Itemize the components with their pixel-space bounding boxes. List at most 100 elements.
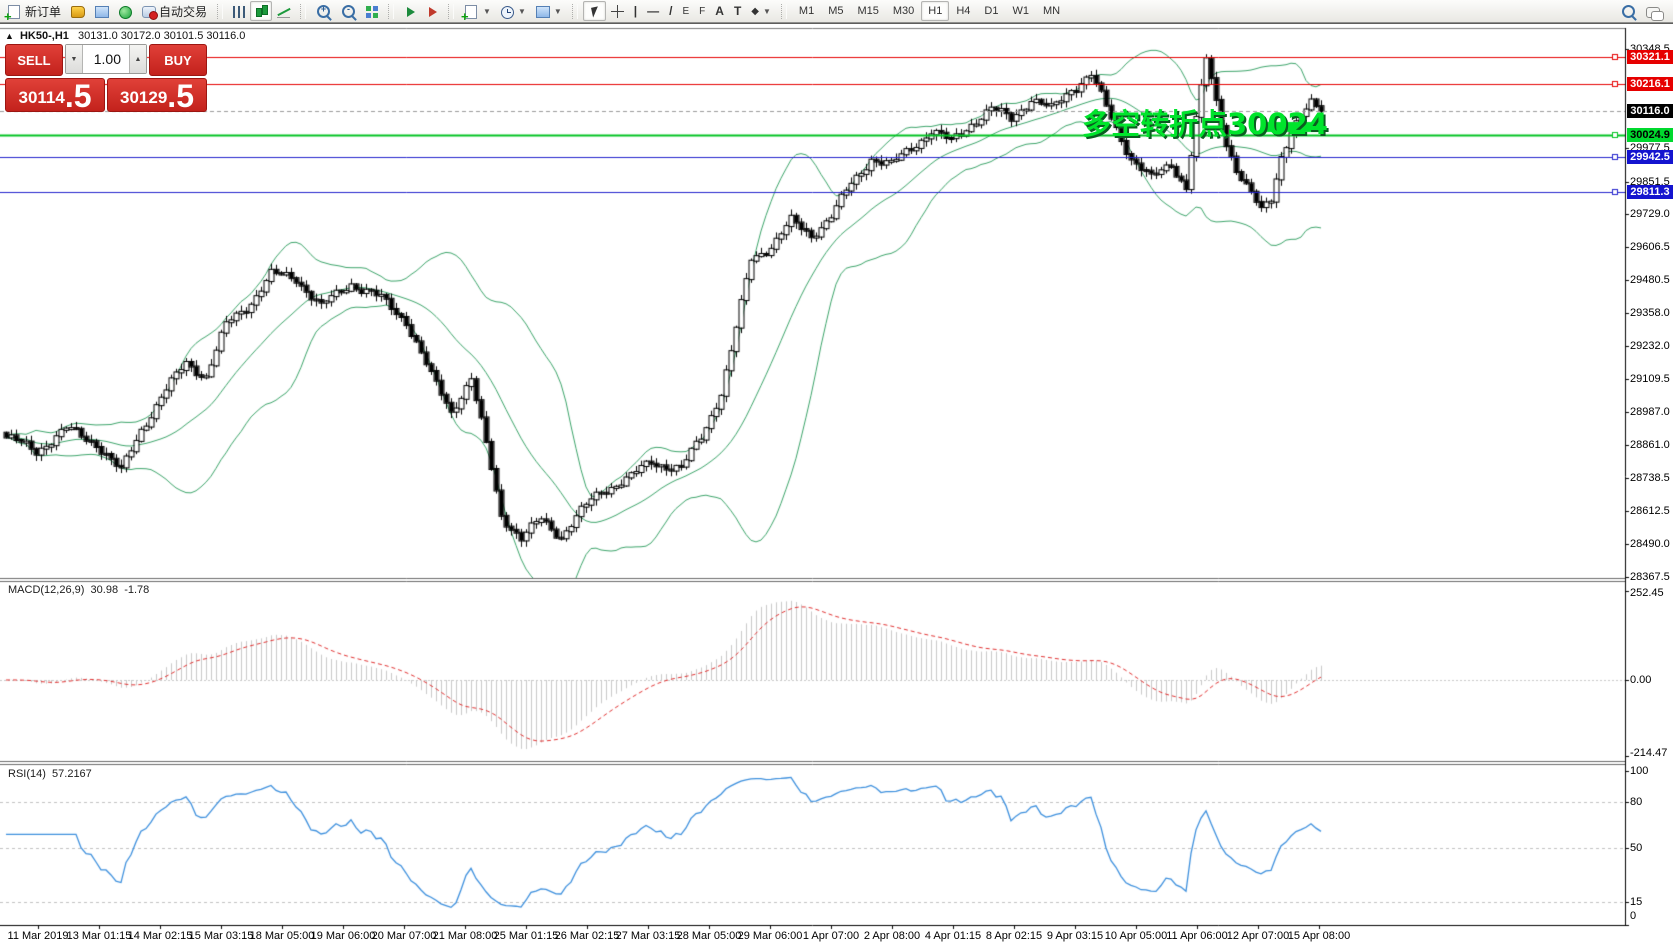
publish-chart-button[interactable] — [90, 1, 114, 21]
timeframe-group: M1M5M15M30H1H4D1W1MN — [790, 0, 1069, 22]
bar-chart-icon — [233, 6, 245, 18]
chart-shift-icon — [429, 7, 437, 17]
new-order-button[interactable]: + 新订单 — [2, 1, 66, 21]
vertical-line-icon: | — [634, 4, 637, 18]
tile-windows-icon — [366, 6, 378, 18]
channel-icon: E — [683, 6, 690, 17]
timeframe-d1[interactable]: D1 — [977, 1, 1005, 21]
fibonacci-button[interactable]: F — [694, 1, 710, 21]
bar-chart-button[interactable] — [228, 1, 250, 21]
chat-icon — [1646, 7, 1660, 18]
price-tick-label: 28861.0 — [1630, 439, 1670, 451]
zoom-in-button[interactable]: + — [311, 1, 336, 21]
trendline-button[interactable]: / — [664, 1, 677, 21]
new-order-label: 新订单 — [25, 3, 61, 20]
macd-name: MACD(12,26,9) — [8, 584, 84, 596]
sell-button[interactable]: SELL — [5, 44, 63, 76]
price-level-badge: 30024.9 — [1627, 128, 1673, 142]
volume-input[interactable]: 1.00 — [83, 45, 129, 73]
macd-signal-value: -1.78 — [124, 584, 149, 596]
sell-price[interactable]: 30114.5 — [5, 78, 105, 112]
horizontal-line-button[interactable]: — — [642, 1, 664, 21]
one-click-collapse-icon[interactable]: ▲ — [5, 31, 14, 41]
timeframe-h1[interactable]: H1 — [921, 1, 949, 21]
periods-button[interactable]: ▼ — [496, 1, 531, 21]
chart-canvas[interactable] — [0, 23, 1673, 944]
vertical-line-button[interactable]: | — [629, 1, 642, 21]
timeframe-w1[interactable]: W1 — [1005, 1, 1036, 21]
new-order-icon: + — [8, 5, 20, 19]
auto-scroll-button[interactable] — [399, 1, 421, 21]
periods-icon — [501, 6, 514, 19]
chart-shift-button[interactable] — [421, 1, 443, 21]
autotrade-label: 自动交易 — [159, 3, 207, 20]
timeframe-mn[interactable]: MN — [1036, 1, 1067, 21]
tile-windows-button[interactable] — [361, 1, 383, 21]
zoom-in-icon: + — [317, 5, 330, 18]
text-tool-icon: A — [715, 4, 724, 18]
price-tick-label: 29232.0 — [1630, 340, 1670, 352]
label-tool-button[interactable]: T — [729, 1, 746, 21]
auto-scroll-icon — [407, 7, 415, 17]
chart-ohlc-values: 30131.0 30172.0 30101.5 30116.0 — [78, 30, 245, 42]
cursor-button[interactable] — [583, 1, 606, 21]
candlestick-button[interactable] — [250, 1, 272, 21]
search-button[interactable] — [1616, 1, 1641, 21]
text-tool-button[interactable]: A — [710, 1, 729, 21]
macd-scale-top: 252.45 — [1630, 587, 1664, 599]
timeframe-h4[interactable]: H4 — [949, 1, 977, 21]
toolbar-separator — [572, 4, 578, 19]
price-tick-label: 29358.0 — [1630, 307, 1670, 319]
chat-button[interactable] — [1641, 1, 1665, 21]
channel-button[interactable]: E — [678, 1, 695, 21]
rsi-scale-label: 0 — [1630, 910, 1636, 922]
timeframe-m1[interactable]: M1 — [792, 1, 821, 21]
signals-button[interactable] — [114, 1, 137, 21]
history-center-button[interactable] — [66, 1, 90, 21]
indicators-button[interactable]: +▼ — [459, 1, 496, 21]
templates-button[interactable]: ▼ — [531, 1, 567, 21]
autotrade-button[interactable]: 自动交易 — [137, 1, 212, 21]
price-level-badge: 29942.5 — [1627, 150, 1673, 164]
rsi-scale-label: 50 — [1630, 842, 1642, 854]
toolbar-separator — [448, 4, 454, 19]
current-price-badge: 30116.0 — [1627, 104, 1673, 118]
shapes-button[interactable]: ◆▼ — [746, 1, 776, 21]
toolbar-separator — [217, 4, 223, 19]
fibonacci-icon: F — [699, 6, 705, 17]
sell-price-main: 30114 — [18, 85, 64, 111]
price-tick-label: 28738.5 — [1630, 472, 1670, 484]
volume-increase-button[interactable]: ▲ — [129, 45, 146, 73]
timeframe-m15[interactable]: M15 — [850, 1, 885, 21]
indicators-icon: + — [465, 5, 477, 19]
cursor-icon — [591, 6, 600, 17]
rsi-name: RSI(14) — [8, 768, 46, 780]
line-chart-icon — [277, 5, 290, 18]
buy-button[interactable]: BUY — [149, 44, 207, 76]
rsi-scale-label: 15 — [1630, 896, 1642, 908]
price-tick-label: 29109.5 — [1630, 373, 1670, 385]
crosshair-button[interactable] — [606, 1, 629, 21]
chart-annotation-text[interactable]: 多空转折点30024 — [1082, 101, 1328, 143]
price-tick-label: 29606.5 — [1630, 241, 1670, 253]
shapes-icon: ◆ — [751, 6, 759, 17]
price-tick-label: 29480.5 — [1630, 274, 1670, 286]
line-chart-button[interactable] — [272, 1, 295, 21]
zoom-out-icon: - — [342, 5, 355, 18]
toolbar-separator — [388, 4, 394, 19]
price-tick-label: 28367.5 — [1630, 571, 1670, 583]
price-tick-label: 28987.0 — [1630, 406, 1670, 418]
price-level-badge: 29811.3 — [1627, 185, 1673, 199]
history-icon — [71, 6, 85, 18]
volume-decrease-button[interactable]: ▼ — [66, 45, 83, 73]
timeframe-m30[interactable]: M30 — [886, 1, 921, 21]
candlestick-icon — [255, 5, 267, 18]
toolbar: + 新订单 自动交易 + - +▼ ▼ ▼ | — / E — [0, 0, 1673, 23]
one-click-trade-panel: SELL ▼ 1.00 ▲ BUY 30114.5 30129.5 — [5, 44, 207, 112]
timeframe-m5[interactable]: M5 — [821, 1, 850, 21]
volume-box: ▼ 1.00 ▲ — [65, 44, 147, 74]
buy-price[interactable]: 30129.5 — [107, 78, 207, 112]
signal-icon — [119, 6, 132, 19]
zoom-out-button[interactable]: - — [336, 1, 361, 21]
crosshair-icon — [611, 5, 624, 18]
